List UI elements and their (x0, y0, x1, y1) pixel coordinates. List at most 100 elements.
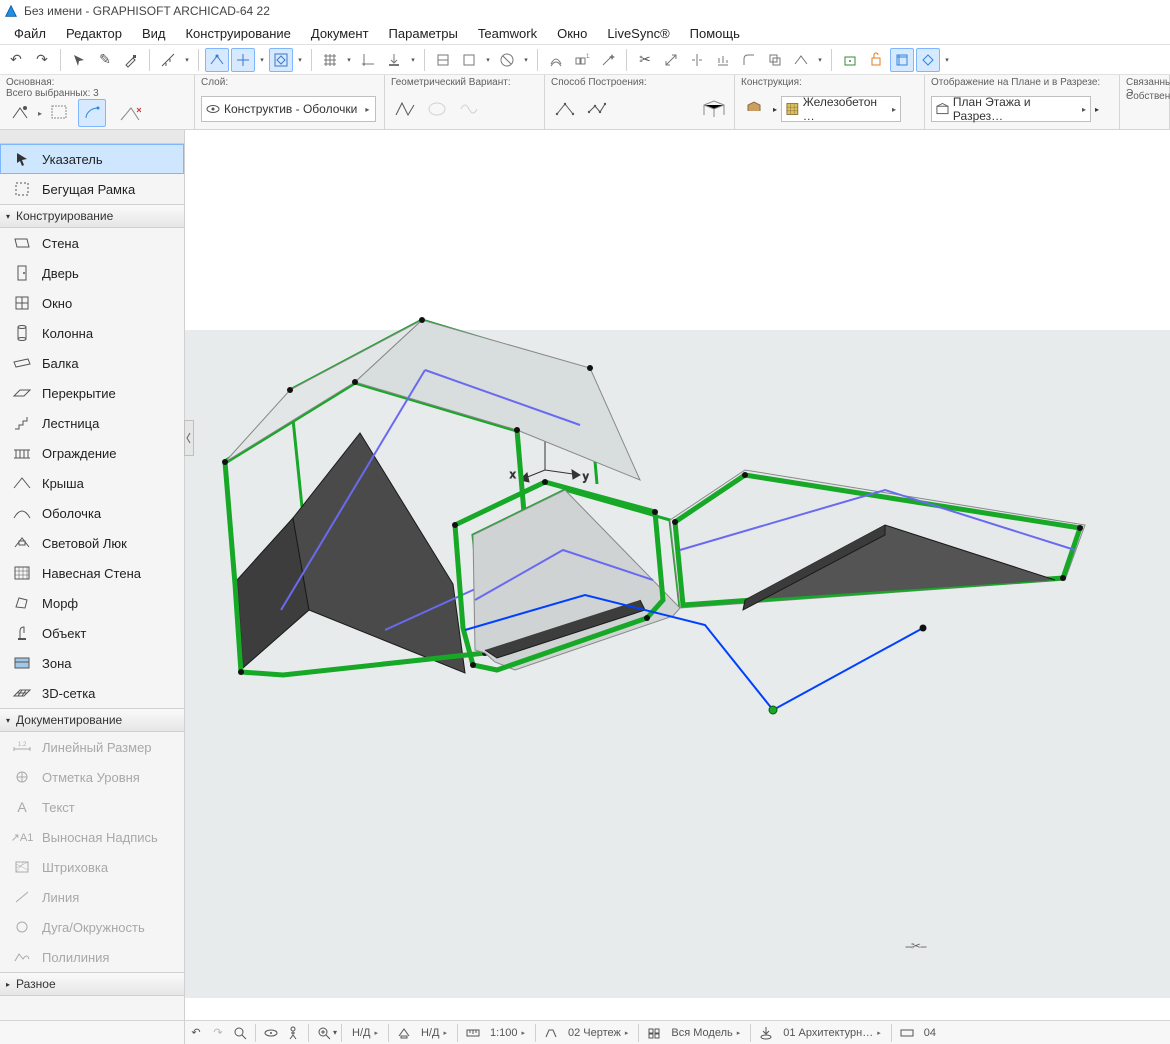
layer-dropdown[interactable]: Конструктив - Оболочки ▸ (201, 96, 376, 122)
snap-guide-button[interactable] (231, 48, 255, 72)
structure-dropdown[interactable]: Железобетон … ▸ (781, 96, 901, 122)
tool-roof[interactable]: Крыша (0, 468, 184, 498)
cons-mode1-button[interactable] (551, 95, 579, 123)
trim-button[interactable]: ✂ (633, 48, 657, 72)
tool-label[interactable]: ↗A1Выносная Надпись (0, 822, 184, 852)
model-dd[interactable]: Вся Модель▸ (665, 1027, 746, 1039)
suspend-button[interactable] (495, 48, 519, 72)
view-type-button[interactable] (393, 1022, 415, 1044)
menu-editor[interactable]: Редактор (56, 24, 132, 43)
place-box-button[interactable] (457, 48, 481, 72)
origin-button[interactable] (356, 48, 380, 72)
tool-line[interactable]: Линия (0, 882, 184, 912)
cons-mode3-button[interactable] (700, 95, 728, 123)
menu-construction[interactable]: Конструирование (175, 24, 300, 43)
menu-parameters[interactable]: Параметры (379, 24, 468, 43)
view-dd[interactable]: Н/Д▸ (415, 1027, 453, 1039)
offset-button[interactable] (544, 48, 568, 72)
select-mode2-button[interactable] (78, 99, 106, 127)
tool-marquee[interactable]: Бегущая Рамка (0, 174, 184, 204)
3d-viewport[interactable]: z y x (185, 130, 1170, 998)
tool-levelmark[interactable]: Отметка Уровня (0, 762, 184, 792)
resize-button[interactable] (659, 48, 683, 72)
tool-text[interactable]: AТекст (0, 792, 184, 822)
walk-button[interactable] (282, 1022, 304, 1044)
menu-teamwork[interactable]: Teamwork (468, 24, 547, 43)
tool-polyline[interactable]: Полилиния (0, 942, 184, 972)
tool-mesh[interactable]: 3D-сетка (0, 678, 184, 708)
inject-button[interactable] (119, 48, 143, 72)
intersect-button[interactable] (763, 48, 787, 72)
grid-dd[interactable]: ▾ (344, 48, 354, 72)
nav-back-button[interactable]: ↶ (185, 1022, 207, 1044)
nav-fwd-button[interactable]: ↷ (207, 1022, 229, 1044)
group-construction[interactable]: ▾Конструирование (0, 204, 184, 228)
gravity-dd[interactable]: ▾ (408, 48, 418, 72)
sun-dd[interactable]: Н/Д▸ (346, 1027, 384, 1039)
layers-dd[interactable]: 01 Архитектурн…▸ (777, 1027, 886, 1039)
ruler-dd-button[interactable]: ▾ (182, 48, 192, 72)
snap-grid-dd[interactable]: ▾ (295, 48, 305, 72)
group-misc[interactable]: ▸Разное (0, 972, 184, 996)
tool-pointer[interactable]: Указатель (0, 144, 184, 174)
tool-window[interactable]: Окно (0, 288, 184, 318)
tool-curtainwall[interactable]: Навесная Стена (0, 558, 184, 588)
place-box-dd[interactable]: ▾ (483, 48, 493, 72)
menu-file[interactable]: Файл (4, 24, 56, 43)
pick-button[interactable] (67, 48, 91, 72)
roof-connect-dd[interactable]: ▾ (815, 48, 825, 72)
tool-object[interactable]: Объект (0, 618, 184, 648)
redo-button[interactable]: ↷ (30, 48, 54, 72)
tool-wall[interactable]: Стена (0, 228, 184, 258)
suspend-dd[interactable]: ▾ (521, 48, 531, 72)
trace-dd[interactable]: ▾ (942, 48, 952, 72)
tool-shell[interactable]: Оболочка (0, 498, 184, 528)
ruler-button[interactable] (156, 48, 180, 72)
splitter-handle[interactable] (184, 420, 194, 456)
release-button[interactable] (864, 48, 888, 72)
chevron-down-icon[interactable]: ▾ (333, 1028, 337, 1037)
fillet-button[interactable] (737, 48, 761, 72)
menu-livesync[interactable]: LiveSync® (597, 24, 679, 43)
menu-document[interactable]: Документ (301, 24, 379, 43)
multiply-button[interactable]: 12 (570, 48, 594, 72)
eyedropper-button[interactable]: ✎ (93, 48, 117, 72)
cons-mode2-button[interactable] (583, 95, 611, 123)
deselect-button[interactable] (116, 99, 144, 127)
tool-slab[interactable]: Перекрытие (0, 378, 184, 408)
settings-icon-button[interactable] (6, 99, 34, 127)
tool-beam[interactable]: Балка (0, 348, 184, 378)
tool-fill[interactable]: Штриховка (0, 852, 184, 882)
menu-view[interactable]: Вид (132, 24, 176, 43)
tool-morph[interactable]: Морф (0, 588, 184, 618)
snap-point-button[interactable] (205, 48, 229, 72)
geom-mode2-button[interactable] (423, 95, 451, 123)
tool-stair[interactable]: Лестница (0, 408, 184, 438)
menu-window[interactable]: Окно (547, 24, 597, 43)
geom-mode3-button[interactable] (455, 95, 483, 123)
plan-dropdown[interactable]: План Этажа и Разрез… ▸ (931, 96, 1091, 122)
trace-button[interactable] (916, 48, 940, 72)
roof-connect-button[interactable] (789, 48, 813, 72)
reserve-button[interactable] (838, 48, 862, 72)
zoom-fit-button[interactable] (229, 1022, 251, 1044)
grid-button[interactable] (318, 48, 342, 72)
tool-door[interactable]: Дверь (0, 258, 184, 288)
tool-railing[interactable]: Ограждение (0, 438, 184, 468)
tool-arc[interactable]: Дуга/Окружность (0, 912, 184, 942)
drawing-dd[interactable]: 02 Чертеж▸ (562, 1027, 634, 1039)
tool-column[interactable]: Колонна (0, 318, 184, 348)
adjust-button[interactable] (711, 48, 735, 72)
tool-lineardim[interactable]: 1.2Линейный Размер (0, 732, 184, 762)
select-mode1-button[interactable] (46, 99, 74, 127)
scale-dd[interactable]: 1:100▸ (484, 1027, 531, 1039)
orbit-button[interactable] (260, 1022, 282, 1044)
group-documentation[interactable]: ▾Документирование (0, 708, 184, 732)
right-dd[interactable]: 04 (918, 1027, 942, 1039)
menu-help[interactable]: Помощь (680, 24, 750, 43)
geom-mode1-button[interactable] (391, 95, 419, 123)
snap-guide-dd[interactable]: ▾ (257, 48, 267, 72)
zoom-button[interactable] (313, 1022, 335, 1044)
tool-zone[interactable]: Зона (0, 648, 184, 678)
snap-grid-button[interactable] (269, 48, 293, 72)
